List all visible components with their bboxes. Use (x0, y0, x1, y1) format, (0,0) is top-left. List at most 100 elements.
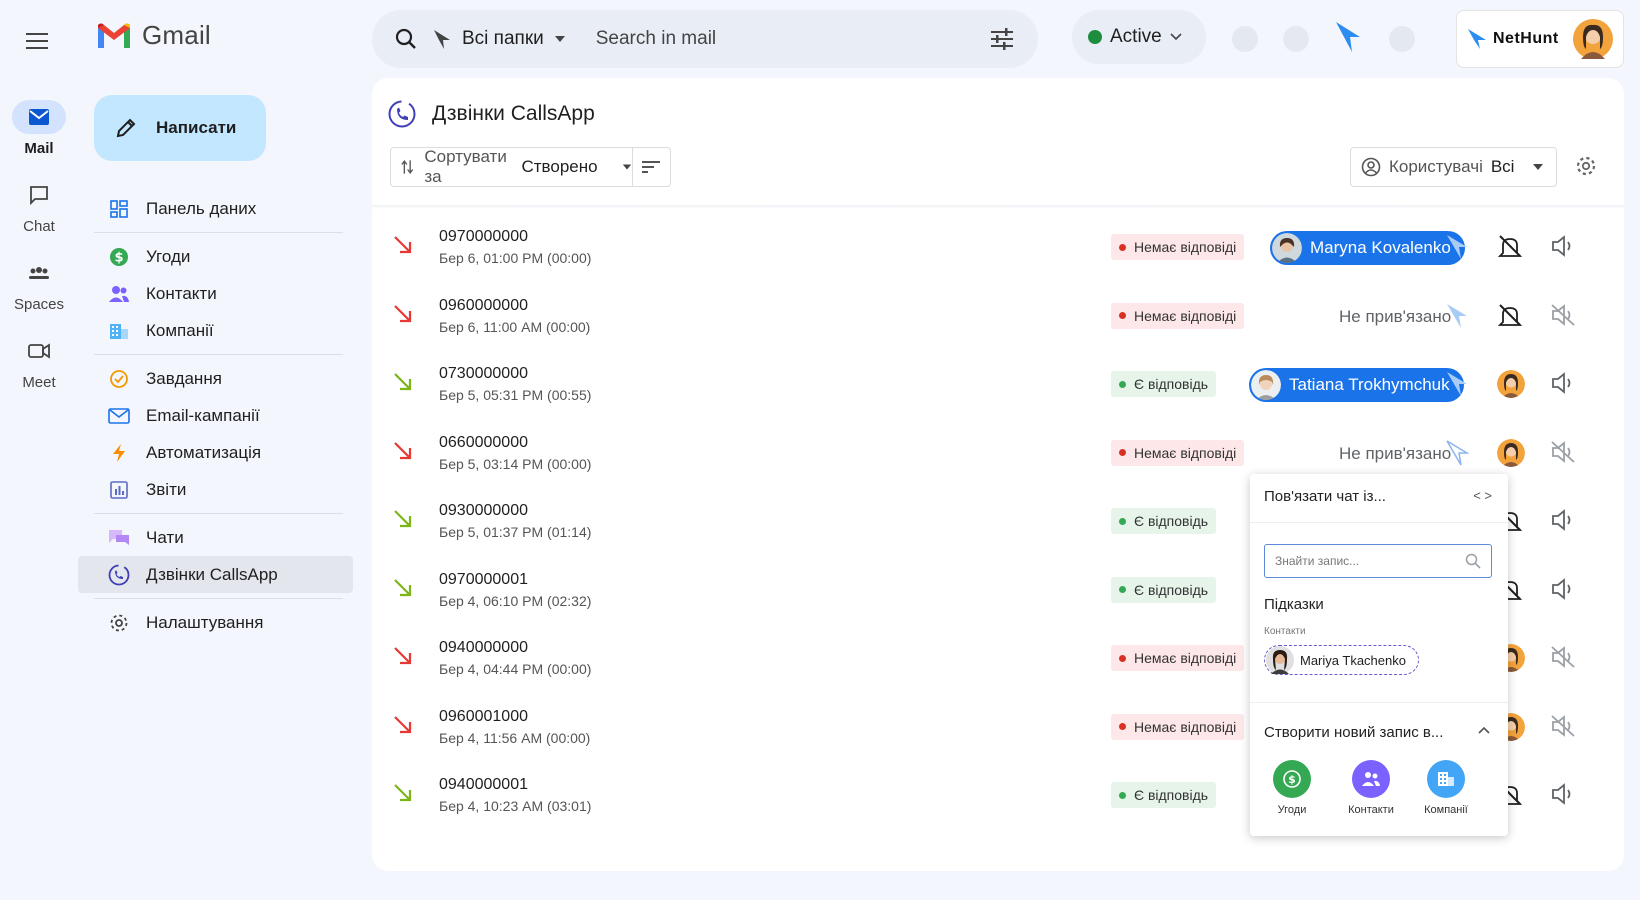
popup-title: Пов'язати чат із... (1264, 488, 1386, 505)
building-icon (1438, 772, 1454, 786)
users-filter-dropdown[interactable]: Користувачі Всі (1350, 147, 1557, 187)
search-icon (1465, 553, 1481, 569)
app-rail: Mail Chat Spaces Meet (0, 0, 78, 900)
search-options-icon[interactable] (990, 28, 1014, 50)
chevron-up-icon[interactable] (1478, 726, 1490, 734)
main-menu-button[interactable] (22, 30, 54, 54)
callsapp-icon (388, 100, 416, 128)
status-badge-text: Немає відповіді (1134, 239, 1237, 255)
sidebar-item-label: Автоматизація (146, 442, 262, 462)
svg-text:$: $ (114, 250, 123, 265)
create-company-label: Компанії (1424, 804, 1468, 816)
panel-settings-gear-icon[interactable] (1575, 155, 1597, 177)
linked-contact-chip[interactable]: Maryna Kovalenko (1270, 231, 1465, 265)
sidebar-item-dashboard[interactable]: Панель даних (78, 190, 353, 227)
play-recording-icon[interactable] (1550, 371, 1576, 395)
sidebar-item-settings[interactable]: Налаштування (78, 604, 353, 641)
missed-call-arrow-icon (394, 441, 412, 459)
call-row[interactable]: 0960000000 Бер 6, 11:00 AM (00:00) Немає… (372, 281, 1624, 350)
nethunt-bird-icon[interactable] (1445, 370, 1469, 398)
create-contact-button[interactable]: Контакти (1341, 760, 1401, 816)
header-addon-button[interactable] (1283, 26, 1309, 52)
compose-button[interactable]: Написати (94, 95, 266, 161)
create-deal-button[interactable]: $ Угоди (1262, 760, 1322, 816)
create-company-button[interactable]: Компанії (1416, 760, 1476, 816)
status-badge: Є відповідь (1111, 371, 1217, 397)
call-meta: Бер 5, 03:14 PM (00:00) (439, 455, 592, 472)
status-badge-text: Є відповідь (1134, 376, 1209, 392)
status-selector[interactable]: Active (1072, 10, 1206, 64)
call-meta: Бер 5, 01:37 PM (01:14) (439, 524, 592, 540)
rail-item-mail[interactable]: Mail (0, 100, 78, 157)
sort-dropdown[interactable]: Сортувати за Створено (391, 147, 633, 186)
rail-item-chat[interactable]: Chat (0, 178, 78, 235)
sidebar-item-deals[interactable]: $ Угоди (78, 238, 353, 275)
code-toggle-icon[interactable]: < > (1473, 488, 1492, 503)
assigned-user-avatar[interactable] (1497, 370, 1525, 398)
nethunt-bird-outline-icon[interactable] (1445, 439, 1469, 467)
mail-search-bar[interactable]: Всі папки Search in mail (372, 10, 1038, 68)
gmail-logo[interactable]: Gmail (96, 20, 211, 51)
rail-item-label: Spaces (13, 296, 65, 313)
rail-item-spaces[interactable]: Spaces (0, 256, 78, 313)
create-deal-label: Угоди (1277, 804, 1307, 816)
status-badge: Є відповідь (1111, 782, 1217, 808)
assigned-user-avatar[interactable] (1497, 438, 1525, 467)
sidebar-item-companies[interactable]: Компанії (78, 312, 353, 349)
chats-icon (109, 529, 129, 545)
call-row[interactable]: 0730000000 Бер 5, 05:31 PM (00:55) Є від… (372, 349, 1624, 418)
record-search-input[interactable]: Знайти запис... (1264, 544, 1492, 578)
play-recording-icon[interactable] (1550, 234, 1576, 258)
folder-selector[interactable]: Всі папки (432, 28, 566, 50)
nav-divider (94, 232, 343, 233)
sidebar-item-chats[interactable]: Чати (78, 519, 353, 556)
status-badge-text: Є відповідь (1134, 513, 1209, 529)
reports-icon (110, 480, 128, 499)
call-number: 0940000001 (439, 776, 528, 793)
search-input[interactable]: Search in mail (596, 28, 990, 50)
nethunt-bird-icon[interactable] (1445, 302, 1469, 330)
sidebar-item-label: Компанії (146, 320, 214, 340)
missed-call-arrow-icon (394, 304, 412, 322)
sidebar-item-label: Контакти (146, 283, 217, 303)
nethunt-bird-icon[interactable] (1334, 20, 1362, 54)
nethunt-account[interactable]: NetHunt (1456, 10, 1624, 68)
sidebar-item-email-campaigns[interactable]: Email-кампанії (78, 397, 353, 434)
search-icon (395, 28, 416, 49)
spaces-icon (29, 267, 49, 279)
sidebar-item-contacts[interactable]: Контакти (78, 275, 353, 312)
unassigned-user-icon[interactable] (1497, 302, 1523, 328)
call-number: 0960001000 (439, 707, 528, 725)
play-recording-icon[interactable] (1550, 508, 1576, 532)
user-circle-icon (1361, 157, 1381, 177)
link-chat-popup: Пов'язати чат із... < > Знайти запис... … (1250, 474, 1508, 836)
sidebar-item-tasks[interactable]: Завдання (78, 360, 353, 397)
call-row[interactable]: 0970000000 Бер 6, 01:00 PM (00:00) Немає… (372, 212, 1624, 281)
nethunt-bird-icon[interactable] (1445, 233, 1469, 261)
play-recording-icon[interactable] (1550, 782, 1576, 806)
sidebar-item-label: Завдання (146, 368, 222, 388)
suggested-contact-chip[interactable]: Mariya Tkachenko (1264, 645, 1419, 675)
incoming-call-arrow-icon (394, 578, 412, 596)
create-record-title: Створити новий запис в... (1264, 724, 1444, 741)
play-recording-icon[interactable] (1550, 577, 1576, 601)
missed-call-arrow-icon (394, 715, 412, 733)
popup-divider (1250, 522, 1508, 523)
recording-unavailable-icon (1551, 303, 1575, 326)
sort-lines-icon (642, 161, 661, 173)
sidebar-item-calls[interactable]: Дзвінки CallsApp (78, 556, 353, 593)
nethunt-brand: NetHunt (1493, 30, 1559, 47)
sort-order-button[interactable] (633, 148, 670, 186)
sidebar-item-automation[interactable]: Автоматизація (78, 434, 353, 471)
sidebar-item-reports[interactable]: Звіти (78, 471, 353, 508)
rail-item-meet[interactable]: Meet (0, 334, 78, 391)
unassigned-user-icon[interactable] (1497, 233, 1523, 259)
header-addon-button[interactable] (1232, 26, 1258, 52)
dollar-icon: $ (110, 247, 128, 266)
caret-down-icon (622, 164, 631, 170)
header-addon-button[interactable] (1389, 26, 1415, 52)
sort-label: Сортувати за (424, 147, 507, 186)
linked-contact-chip[interactable]: Tatiana Trokhymchuk (1249, 368, 1464, 402)
linked-contact-name: Maryna Kovalenko (1310, 238, 1451, 257)
nethunt-logo-icon (1468, 29, 1486, 49)
